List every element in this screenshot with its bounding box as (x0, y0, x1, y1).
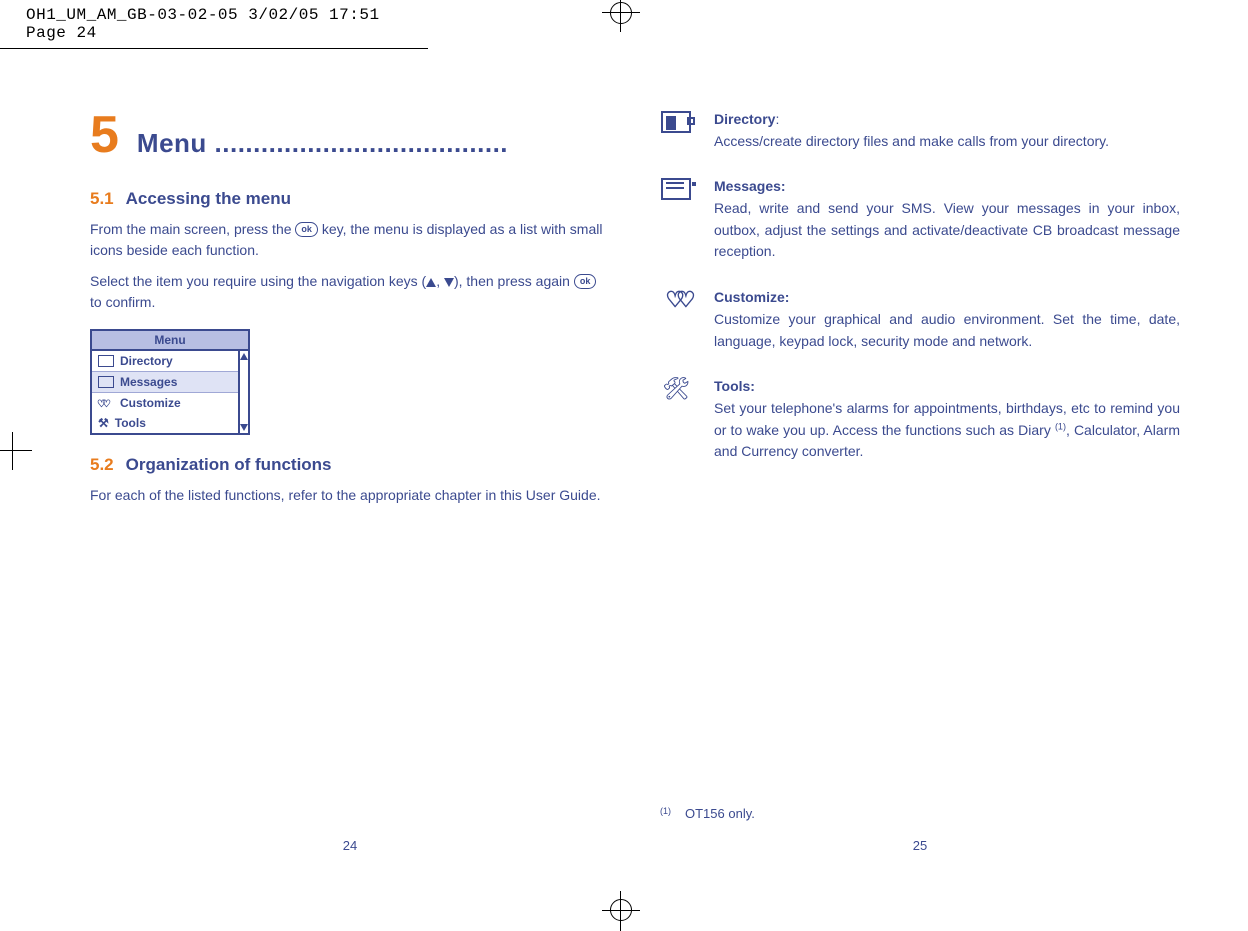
body-paragraph: From the main screen, press the ok key, … (90, 219, 610, 261)
phone-menu-item: Tools (92, 413, 238, 433)
footnote-mark: (1) (660, 806, 671, 821)
scroll-down-icon (240, 424, 248, 431)
messages-icon (660, 176, 692, 202)
tools-icon (98, 416, 109, 430)
section-title: Accessing the menu (126, 189, 291, 209)
function-row: 🛠 Tools: Set your telephone's alarms for… (660, 376, 1180, 463)
function-row: Messages: Read, write and send your SMS.… (660, 176, 1180, 263)
phone-menu-item: Customize (92, 393, 238, 413)
function-row: ♡♡ Customize: Customize your graphical a… (660, 287, 1180, 352)
nav-up-icon (426, 278, 436, 287)
body-paragraph: For each of the listed functions, refer … (90, 485, 610, 506)
section-number: 5.1 (90, 189, 114, 209)
function-text: Tools: Set your telephone's alarms for a… (714, 376, 1180, 463)
ok-key-icon: ok (295, 222, 318, 237)
footnote-text: OT156 only. (685, 806, 755, 821)
chapter-number: 5 (90, 109, 119, 161)
phone-menu-screenshot: Menu Directory Messages Customize (90, 329, 250, 435)
phone-menu-title: Menu (92, 331, 248, 351)
section-title: Organization of functions (126, 455, 332, 475)
nav-down-icon (444, 278, 454, 287)
body-paragraph: Select the item you require using the na… (90, 271, 610, 313)
page-number: 24 (343, 838, 357, 853)
directory-icon (660, 109, 692, 135)
scroll-up-icon (240, 353, 248, 360)
page-left: 5 Menu .................................… (90, 109, 610, 869)
directory-icon (98, 355, 114, 367)
phone-menu-item-selected: Messages (92, 371, 238, 393)
footnote: (1) OT156 only. (660, 806, 755, 821)
function-text: Customize: Customize your graphical and … (714, 287, 1180, 352)
function-text: Messages: Read, write and send your SMS.… (714, 176, 1180, 263)
ok-key-icon: ok (574, 274, 597, 289)
function-text: Directory: Access/create directory files… (714, 109, 1180, 152)
tools-icon: 🛠 (660, 376, 692, 402)
print-slug-text: OH1_UM_AM_GB-03-02-05 3/02/05 17:51 Page… (26, 6, 380, 42)
phone-menu-item: Directory (92, 351, 238, 371)
messages-icon (98, 376, 114, 388)
chapter-title: Menu ...................................… (137, 128, 508, 159)
phone-menu-scrollbar (238, 351, 248, 433)
customize-icon (98, 396, 114, 410)
section-number: 5.2 (90, 455, 114, 475)
page-right: Directory: Access/create directory files… (660, 109, 1180, 869)
print-slug: OH1_UM_AM_GB-03-02-05 3/02/05 17:51 Page… (0, 0, 428, 49)
page-number: 25 (913, 838, 927, 853)
customize-icon: ♡♡ (660, 287, 692, 313)
function-row: Directory: Access/create directory files… (660, 109, 1180, 152)
